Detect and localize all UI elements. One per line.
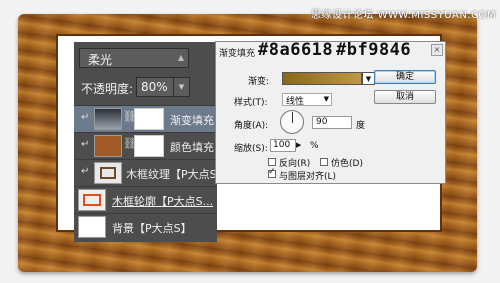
gradient-fill-thumbnail xyxy=(94,108,122,130)
cancel-button[interactable]: 取消 xyxy=(374,90,436,104)
dialog-title: 渐变填充 xyxy=(219,49,256,59)
clip-arrow-icon: ↵ xyxy=(81,139,90,150)
layer-name: 木框轮廓【P大点S... xyxy=(112,195,214,208)
style-select[interactable]: 线性 ▼ xyxy=(282,93,332,107)
dither-label: 仿色(D) xyxy=(331,159,363,169)
angle-unit: 度 xyxy=(356,121,366,131)
opacity-label: 不透明度: xyxy=(81,82,134,96)
blend-mode-select[interactable]: 柔光 ▲ xyxy=(79,48,189,68)
layer-mask-thumbnail xyxy=(134,108,164,130)
scale-dropdown-icon[interactable]: ▶ xyxy=(296,139,306,152)
color-fill-thumbnail xyxy=(94,135,122,157)
scale-value: 100 xyxy=(273,140,291,150)
layer-row[interactable]: ↵ ⛓ 渐变填充 ... xyxy=(74,105,228,132)
start-color-hex: #8a6618 xyxy=(258,40,334,60)
layer-name: 背景【P大点S】 xyxy=(112,222,192,235)
align-with-layer-checkbox[interactable] xyxy=(268,167,276,178)
reverse-label: 反向(R) xyxy=(279,159,311,169)
dither-checkbox[interactable] xyxy=(320,158,328,166)
style-label: 样式(T): xyxy=(234,98,268,108)
clip-arrow-icon: ↵ xyxy=(81,112,90,123)
close-icon[interactable]: × xyxy=(431,44,443,56)
chevron-down-icon[interactable]: ▼ xyxy=(173,78,189,96)
outline-layer-thumbnail xyxy=(78,189,106,211)
layer-mask-thumbnail xyxy=(134,135,164,157)
updown-icon: ▲ xyxy=(177,53,184,62)
reverse-checkbox[interactable] xyxy=(268,158,276,166)
angle-input[interactable]: 90 xyxy=(312,116,352,129)
texture-layer-thumbnail xyxy=(94,162,122,184)
watermark: 思缘设计论坛 WWW.MISSYUAN.COM xyxy=(310,10,496,21)
clip-arrow-icon: ↵ xyxy=(81,166,90,177)
layers-panel: 柔光 ▲ 不透明度: 80% ▼ ↵ ⛓ 渐变填充 ... ↵ ⛓ 颜色填充 .… xyxy=(74,42,228,242)
layer-row[interactable]: 背景【P大点S】 xyxy=(74,213,217,240)
blend-mode-value: 柔光 xyxy=(88,53,113,67)
gradient-fill-dialog: 渐变填充 #8a6618 #bf9846 × 渐变: ▼ 样式(T): 线性 ▼… xyxy=(215,40,446,184)
chevron-down-icon: ▼ xyxy=(323,95,329,103)
opacity-value: 80% xyxy=(141,80,168,94)
opacity-field[interactable]: 80% ▼ xyxy=(136,77,190,97)
scale-label: 缩放(S): xyxy=(234,144,268,154)
layer-row[interactable]: ↵ ⛓ 颜色填充 ... xyxy=(74,132,228,159)
end-color-hex: #bf9846 xyxy=(336,40,412,60)
style-value: 线性 xyxy=(286,97,305,107)
angle-dial[interactable] xyxy=(280,110,304,134)
scale-input[interactable]: 100 xyxy=(270,139,296,152)
align-with-layer-label: 与图层对齐(L) xyxy=(279,172,337,182)
background-layer-thumbnail xyxy=(78,216,106,238)
scale-unit: % xyxy=(310,141,319,151)
ok-button[interactable]: 确定 xyxy=(374,70,436,84)
gradient-swatch[interactable] xyxy=(282,72,362,85)
layer-row[interactable]: 木框轮廓【P大点S... xyxy=(74,186,217,213)
gradient-label: 渐变: xyxy=(248,77,270,87)
layer-row[interactable]: ↵ 木框纹理【P大点S... xyxy=(74,159,227,186)
angle-label: 角度(A): xyxy=(234,121,269,131)
angle-value: 90 xyxy=(316,117,328,127)
layer-name: 木框纹理【P大点S... xyxy=(126,168,228,181)
